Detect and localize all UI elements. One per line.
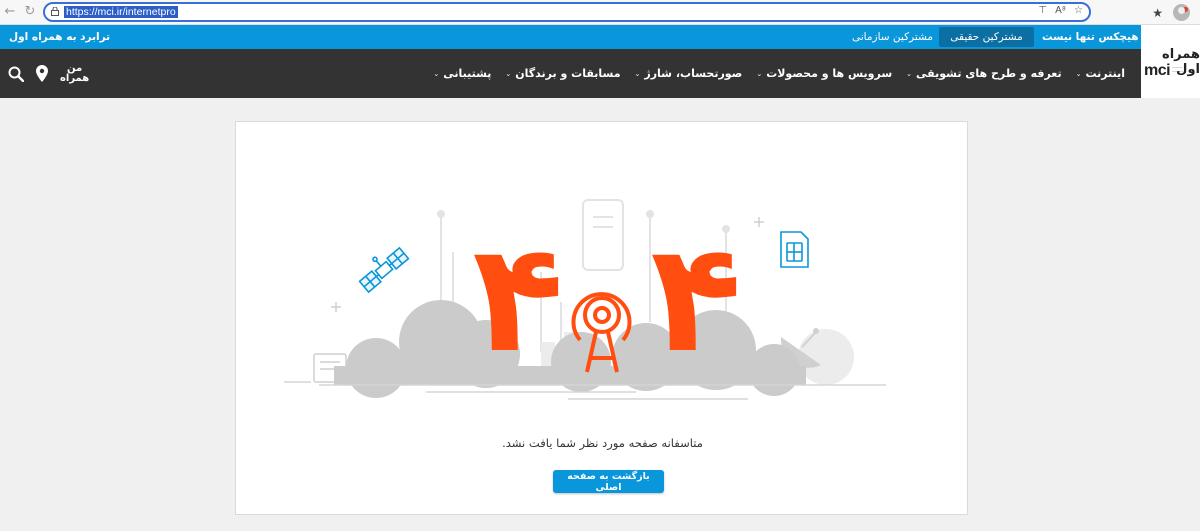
chevron-down-icon: ⌄: [505, 69, 512, 78]
404-illustration: ۴ ۴: [284, 199, 886, 400]
main-nav: من همراه اینترنت ⌄ تعرفه و طرح های تشویقی…: [0, 49, 1141, 98]
back-to-home-button[interactable]: بازگشت به صفحه اصلی: [553, 470, 664, 493]
search-icon[interactable]: [8, 66, 24, 82]
logo-tagline-graphic: ——— ———: [1172, 65, 1183, 73]
nav-item-contests[interactable]: مسابقات و برندگان ⌄: [505, 67, 620, 80]
tab-personal[interactable]: مشترکین حقیقی: [939, 27, 1034, 47]
digit-four-left: ۴: [472, 212, 564, 386]
back-arrow-icon[interactable]: ←: [2, 4, 18, 20]
reload-icon[interactable]: ↻: [22, 4, 38, 20]
sim-card-icon: [780, 231, 809, 268]
chevron-down-icon: ⌄: [756, 69, 763, 78]
chevron-down-icon: ⌄: [433, 69, 440, 78]
location-pin-icon[interactable]: [36, 65, 48, 82]
nav-item-tariffs[interactable]: تعرفه و طرح های تشویقی ⌄: [906, 67, 1061, 80]
nav-item-services[interactable]: سرویس ها و محصولات ⌄: [756, 67, 892, 80]
roaming-link[interactable]: ترابرد به همراه اول: [9, 25, 110, 49]
error-card: ۴ ۴ متاسفانه صفحه مورد نظر شما یافت نشد.…: [235, 121, 968, 515]
chevron-down-icon: ⌄: [634, 69, 641, 78]
url-text[interactable]: https://mci.ir/internetpro: [64, 6, 178, 18]
digit-four-right: ۴: [650, 212, 742, 386]
chevron-down-icon: ⌄: [906, 69, 913, 78]
mci-logo[interactable]: همراه اول mci ——— ———: [1141, 25, 1200, 98]
address-bar[interactable]: https://mci.ir/internetpro ⊤ A⁸ ☆: [43, 2, 1091, 22]
read-aloud-icon[interactable]: A⁸: [1055, 5, 1066, 16]
top-strip: ترابرد به همراه اول مشترکین سازمانی مشتر…: [0, 25, 1141, 49]
error-message: متاسفانه صفحه مورد نظر شما یافت نشد.: [502, 436, 703, 450]
nav-item-billing[interactable]: صورتحساب، شارژ ⌄: [635, 67, 743, 80]
slogan: هیچکس تنها نیست: [1042, 31, 1139, 43]
nav-item-internet[interactable]: اینترنت ⌄: [1076, 67, 1125, 80]
hamrahman-logo[interactable]: من همراه: [60, 63, 89, 84]
chevron-down-icon: ⌄: [1075, 69, 1082, 78]
browser-toolbar: ← ↻ https://mci.ir/internetpro ⊤ A⁸ ☆ ★: [0, 0, 1200, 25]
translate-icon[interactable]: ⊤: [1038, 5, 1047, 16]
favorites-icon[interactable]: ★: [1152, 6, 1163, 20]
notification-dot: [1183, 7, 1188, 12]
satellite-icon: [358, 246, 410, 294]
profile-avatar[interactable]: [1173, 4, 1190, 21]
lock-icon: [51, 7, 59, 16]
nav-item-support[interactable]: پشتیبانی ⌄: [433, 67, 491, 80]
favorite-star-icon[interactable]: ☆: [1074, 5, 1083, 16]
tab-corporate[interactable]: مشترکین سازمانی: [852, 25, 933, 49]
